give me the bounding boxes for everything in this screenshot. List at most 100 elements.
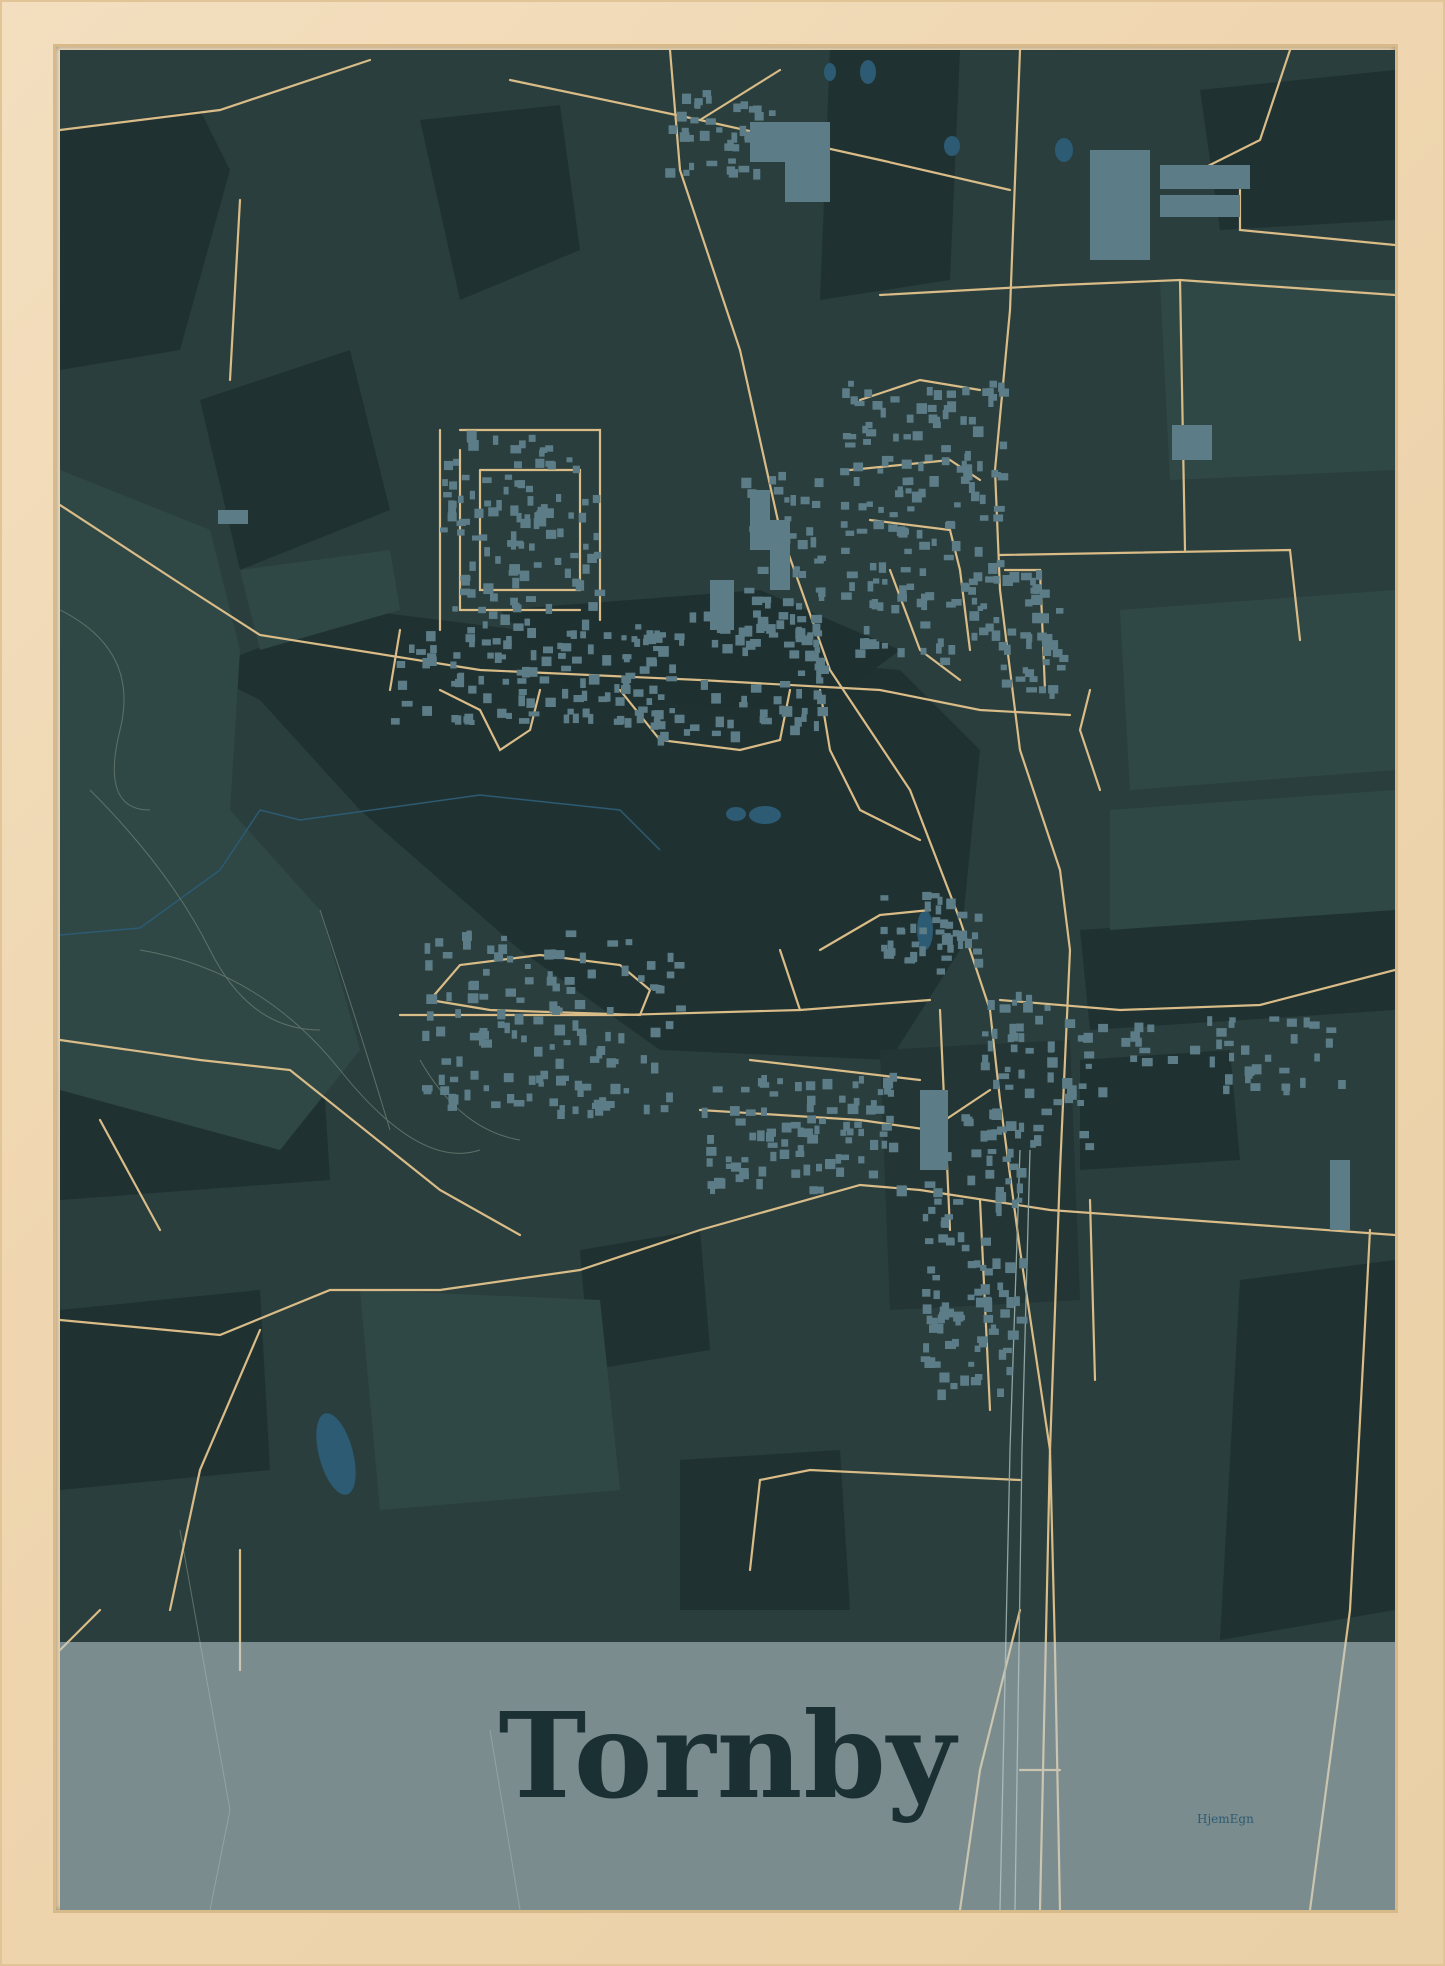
house [920,621,931,629]
house [858,1076,864,1084]
house [819,1118,826,1125]
house [1005,1121,1017,1131]
house [455,678,465,688]
house [650,1027,661,1038]
house [869,562,877,571]
house [769,1091,779,1097]
house [738,627,746,636]
house [993,505,1005,512]
house [1207,1016,1213,1026]
house [776,620,785,630]
house [924,454,933,462]
house [588,602,598,611]
house [665,1021,674,1030]
house [749,526,756,533]
house [896,1185,907,1197]
house [497,1021,505,1028]
house [968,587,976,595]
house [441,1058,452,1065]
house [805,650,815,662]
house [517,678,527,684]
house [923,1112,932,1123]
house [967,1175,976,1186]
house [422,1085,433,1092]
house [814,663,821,671]
house [947,944,954,953]
house [968,416,976,425]
house [790,725,800,736]
house [929,476,939,487]
house [751,596,763,606]
house [426,631,436,642]
house [716,611,723,622]
house [841,592,852,600]
house [694,102,701,109]
house [961,582,969,592]
house [1000,1309,1010,1318]
house [513,623,524,631]
house [618,1033,625,1044]
house [777,1078,783,1085]
house [853,477,860,486]
house [651,1062,659,1074]
house [467,993,479,1004]
house [878,506,884,513]
house [935,929,945,935]
house [871,599,879,610]
house [705,118,716,125]
house [699,130,710,141]
house [739,1168,749,1177]
house [941,457,950,466]
house [997,1282,1004,1291]
house [928,1102,939,1112]
house [654,710,664,720]
house [1326,1027,1337,1033]
house [985,576,995,583]
house [422,706,432,716]
house [458,495,464,504]
house [735,634,745,646]
house [594,589,606,597]
house [963,1116,973,1127]
house [638,975,645,982]
house [922,1092,928,1102]
house [440,527,448,533]
house [744,134,751,141]
house [814,478,824,488]
house [806,527,814,536]
house [783,537,791,544]
house [964,938,972,949]
house [474,508,484,519]
house [796,603,803,610]
house [716,127,723,133]
house [964,453,970,461]
house [763,540,770,547]
house [1338,1080,1346,1089]
house [461,474,470,481]
field-layer [60,50,1395,1910]
house [912,431,923,441]
house [971,491,980,502]
house [504,474,513,480]
house [992,1028,998,1039]
house [1067,1085,1077,1096]
house [971,932,979,940]
house [840,501,850,510]
house [448,500,456,512]
house [488,507,499,517]
house [974,546,983,557]
house [666,971,675,979]
house [633,689,644,697]
house [797,1145,804,1153]
house [878,562,887,573]
house [426,994,438,1004]
house [973,948,982,955]
house [674,714,685,724]
house [483,1085,490,1092]
house [545,460,555,467]
house [842,433,851,440]
house [888,524,898,532]
house [1286,1018,1297,1027]
house [927,1266,936,1274]
house [981,1237,991,1246]
